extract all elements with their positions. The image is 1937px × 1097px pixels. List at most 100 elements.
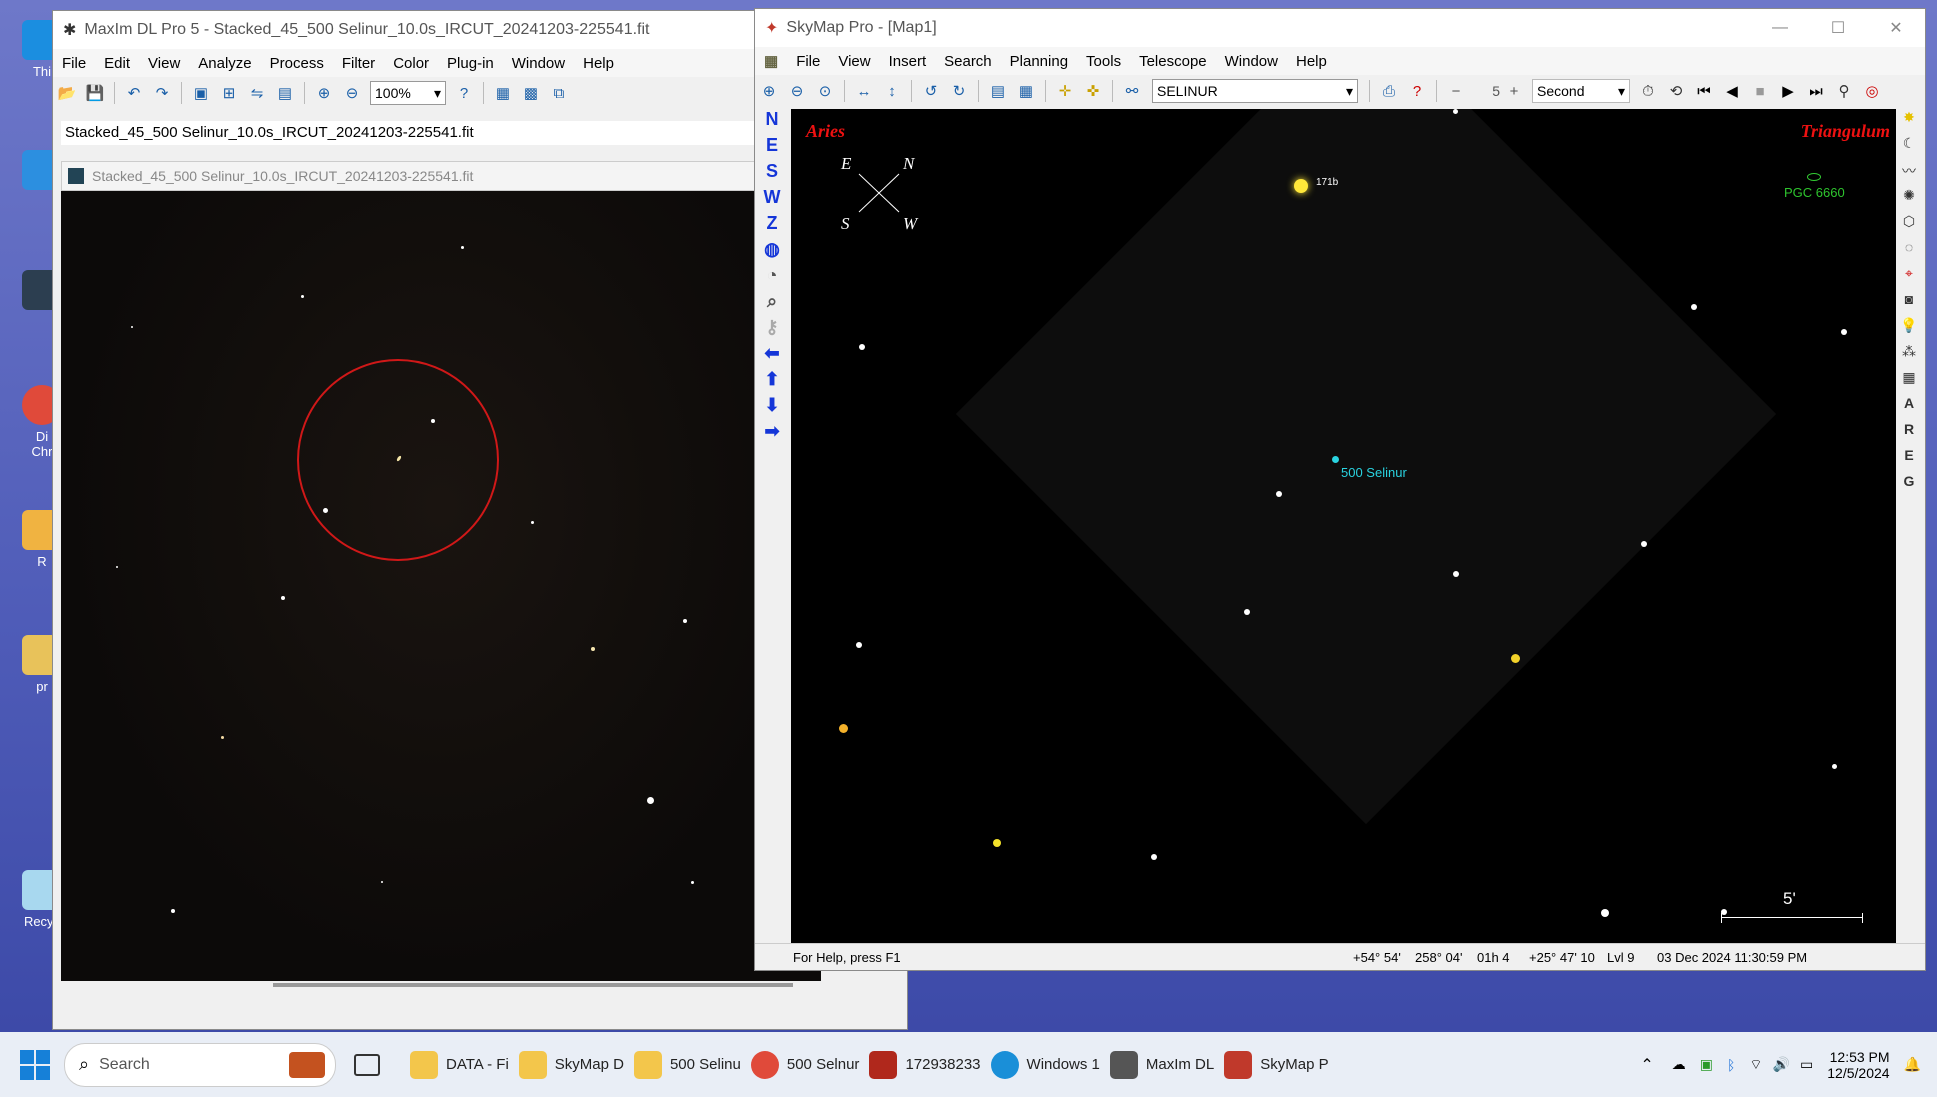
taskbar-item-chrome[interactable]: 500 Selnur [750,1037,859,1093]
telescope-icon[interactable]: ⌖ [1897,265,1921,291]
nebula-icon[interactable]: ✺ [1897,187,1921,213]
menu-help[interactable]: Help [1287,53,1336,70]
rotate-left-icon[interactable]: ↺ [920,80,942,102]
camera-icon[interactable]: ◙ [1897,291,1921,317]
arrow-left-icon[interactable]: ⬅ [757,343,787,369]
arrow-down-icon[interactable]: ⬇ [757,395,787,421]
grid-icon[interactable]: ▤ [987,80,1009,102]
doc-icon[interactable]: ▦ [755,52,787,70]
menu-insert[interactable]: Insert [880,53,936,70]
arrow-right-icon[interactable]: ➡ [757,421,787,447]
plus-icon[interactable]: + [1503,80,1525,102]
globe-icon[interactable]: ◍ [757,239,787,265]
menu-planning[interactable]: Planning [1001,53,1077,70]
taskbar-item-image[interactable]: 172938233 [869,1037,981,1093]
orient-north-button[interactable]: N [757,109,787,135]
menu-window[interactable]: Window [503,55,574,72]
menu-process[interactable]: Process [261,55,333,72]
minimize-button[interactable]: — [1751,19,1809,37]
overlay-icon[interactable]: ▦ [1015,80,1037,102]
menu-file[interactable]: File [787,53,829,70]
wifi-icon[interactable]: ⌔ [1749,1056,1762,1074]
step-back-icon[interactable]: ◀ [1721,80,1743,102]
notification-bell-icon[interactable]: 🔔 [1904,1056,1921,1073]
step-unit-select[interactable]: Second ▾ [1532,79,1630,103]
measure-icon[interactable]: ▦ [492,82,514,104]
target-icon[interactable]: ◎ [1861,80,1883,102]
help-icon[interactable]: ? [453,82,475,104]
object-search-select[interactable]: SELINUR ▾ [1152,79,1358,103]
center-icon[interactable]: ✛ [1054,80,1076,102]
cluster-icon[interactable]: ⬡ [1897,213,1921,239]
maximize-button[interactable]: ☐ [1809,18,1867,38]
horizontal-scrollbar[interactable] [273,983,793,987]
orient-zenith-button[interactable]: Z [757,213,787,239]
zoom-out-icon[interactable]: ⊖ [786,80,808,102]
tool-icon[interactable]: ▤ [274,82,296,104]
copy-icon[interactable]: ⧉ [548,82,570,104]
menu-file[interactable]: File [53,55,95,72]
zoom-select[interactable]: 100% ▾ [370,81,446,105]
taskbar-item-data-folder[interactable]: DATA - Fi [410,1037,509,1093]
menu-edit[interactable]: Edit [95,55,139,72]
clock[interactable]: 12:53 PM 12/5/2024 [1827,1049,1889,1081]
zoom-in-icon[interactable]: ⊕ [758,80,780,102]
taskbar-item-edge[interactable]: Windows 1 [990,1037,1100,1093]
taskbar-item-maxim[interactable]: MaxIm DL [1109,1037,1214,1093]
star-icon[interactable]: ✸ [1897,109,1921,135]
help-icon[interactable]: ? [1406,80,1428,102]
color-icon[interactable]: ⁂ [1897,343,1921,369]
tray-overflow-icon[interactable]: ⌃ [1640,1055,1653,1075]
sky-map-canvas[interactable]: Aries Triangulum E N S W 171b PGC 6660 5… [791,109,1896,945]
flip-icon[interactable]: ⇋ [246,82,268,104]
taskbar-item-skymap-folder[interactable]: SkyMap D [518,1037,624,1093]
cloud-icon[interactable]: ☁ [1672,1056,1686,1073]
orient-south-button[interactable]: S [757,161,787,187]
redo-icon[interactable]: ↷ [151,82,173,104]
task-view-icon[interactable] [354,1053,380,1076]
orient-west-button[interactable]: W [757,187,787,213]
app-tray-icon[interactable]: ▣ [1700,1056,1713,1073]
label-g-button[interactable]: G [1897,473,1921,499]
menu-plugin[interactable]: Plug-in [438,55,503,72]
pan-horizontal-icon[interactable]: ↔ [853,80,875,102]
loop-icon[interactable]: ⟲ [1665,80,1687,102]
crop-icon[interactable]: ⊞ [218,82,240,104]
menu-view[interactable]: View [139,55,189,72]
start-button[interactable] [20,1049,50,1080]
zoom-out-icon[interactable]: ⊖ [341,82,363,104]
rotate-right-icon[interactable]: ↻ [948,80,970,102]
menu-analyze[interactable]: Analyze [189,55,260,72]
taskbar-item-skymap[interactable]: SkyMap P [1224,1037,1329,1093]
pan-vertical-icon[interactable]: ↕ [881,80,903,102]
binoculars-icon[interactable]: ⚯ [1121,80,1143,102]
menu-search[interactable]: Search [935,53,1001,70]
maxim-info-line[interactable]: Stacked_45_500 Selinur_10.0s_IRCUT_20241… [61,121,765,145]
menu-view[interactable]: View [829,53,879,70]
compass-icon[interactable]: ◔ [757,265,787,291]
fast-forward-icon[interactable]: ⏭ [1805,80,1827,102]
step-value-input[interactable]: 5 [1470,80,1500,102]
galaxy-icon[interactable]: ◌ [1897,239,1921,265]
taskbar-item-selinur-folder[interactable]: 500 Selinu [633,1037,741,1093]
print-icon[interactable]: ⎙ [1378,80,1400,102]
fits-image-view[interactable] [61,191,821,981]
battery-icon[interactable]: ▭ [1800,1056,1813,1073]
bluetooth-icon[interactable]: ᛒ [1727,1057,1735,1073]
search-icon[interactable]: ⌕ [757,291,787,317]
menu-filter[interactable]: Filter [333,55,384,72]
key-icon[interactable]: ⚷ [757,317,787,343]
label-a-button[interactable]: A [1897,395,1921,421]
image-icon[interactable]: ▣ [190,82,212,104]
menu-color[interactable]: Color [384,55,438,72]
grid-icon[interactable]: ▩ [520,82,542,104]
close-button[interactable]: ✕ [1867,18,1925,38]
telescope-icon[interactable]: ⚲ [1833,80,1855,102]
zoom-in-icon[interactable]: ⊕ [313,82,335,104]
locate-icon[interactable]: ✜ [1082,80,1104,102]
label-r-button[interactable]: R [1897,421,1921,447]
arrow-up-icon[interactable]: ⬆ [757,369,787,395]
zoom-window-icon[interactable]: ⊙ [814,80,836,102]
menu-telescope[interactable]: Telescope [1130,53,1216,70]
timer-icon[interactable]: ⏱ [1637,80,1659,102]
